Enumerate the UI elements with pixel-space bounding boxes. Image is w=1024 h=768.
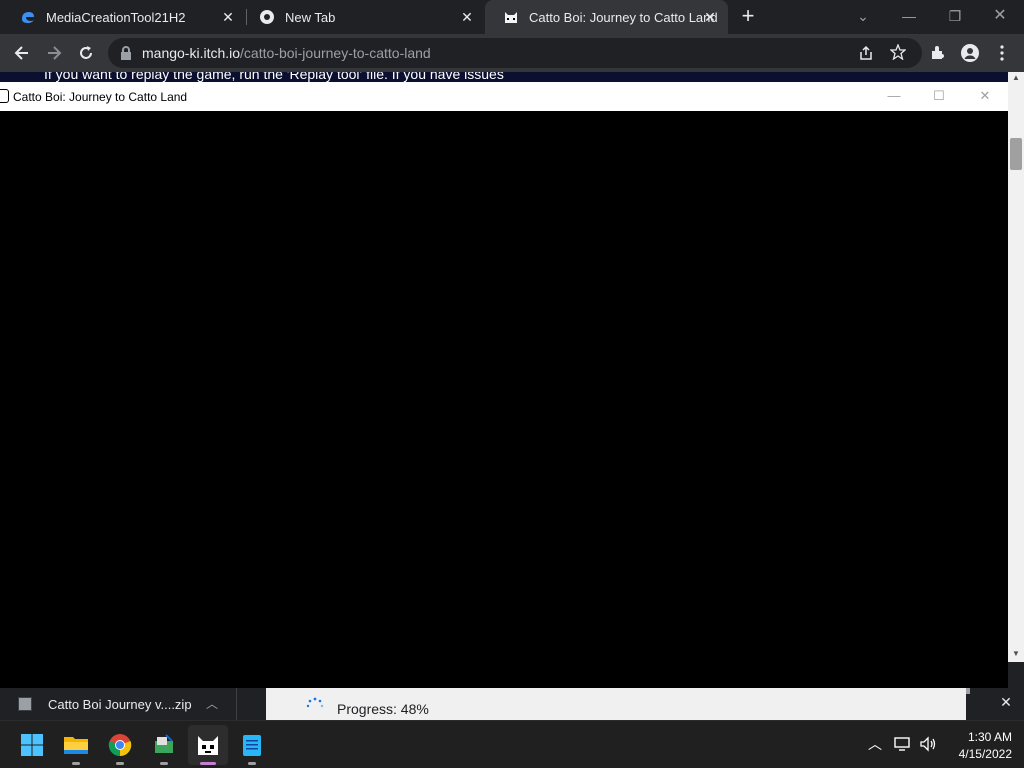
webpage-text: If you want to replay the game, run the … <box>44 72 504 82</box>
running-indicator <box>160 762 168 765</box>
installer-icon <box>155 734 173 753</box>
zip-file-icon <box>18 697 32 711</box>
bookmark-star-icon[interactable] <box>889 43 907 65</box>
webpage-content: If you want to replay the game, run the … <box>0 72 1008 82</box>
address-bar[interactable]: mango-ki.itch.io/catto-boi-journey-to-ca… <box>108 38 922 68</box>
windows-logo-icon <box>21 734 43 756</box>
catto-game-icon <box>198 736 218 755</box>
clock-date: 4/15/2022 <box>958 747 1012 761</box>
running-indicator <box>72 762 80 765</box>
url-text: mango-ki.itch.io/catto-boi-journey-to-ca… <box>142 45 431 61</box>
extraction-progress-panel: Progress: 48% <box>266 688 966 720</box>
new-tab-button[interactable]: + <box>737 5 759 28</box>
active-indicator <box>200 762 216 765</box>
back-arrow-icon <box>14 46 28 60</box>
folder-icon <box>64 737 88 754</box>
scroll-up-arrow-icon[interactable]: ▲ <box>1008 72 1024 84</box>
tab-search-icon[interactable]: ⌄ <box>851 4 875 28</box>
page-scrollbar[interactable]: ▲ ▼ <box>1008 72 1024 662</box>
share-icon[interactable] <box>858 45 874 66</box>
forward-arrow-icon <box>48 46 62 60</box>
edge-icon <box>20 9 36 25</box>
installer-taskbar-button[interactable] <box>144 725 184 765</box>
reload-button[interactable] <box>73 40 99 66</box>
file-explorer-taskbar-button[interactable] <box>56 725 96 765</box>
progress-label: Progress: 48% <box>337 701 429 717</box>
game-minimize-icon[interactable]: — <box>883 86 905 106</box>
start-button[interactable] <box>12 725 52 765</box>
download-shelf: Catto Boi Journey v....zip ︿ Progress: 4… <box>0 688 1024 720</box>
download-marker <box>966 688 970 694</box>
url-host: mango-ki.itch.io <box>142 45 241 61</box>
tab-label: MediaCreationTool21H2 <box>46 9 186 25</box>
chrome-icon <box>259 9 275 25</box>
extensions-icon[interactable] <box>925 40 951 66</box>
chevron-up-icon[interactable]: ︿ <box>206 695 218 712</box>
tab-label: New Tab <box>285 9 336 25</box>
close-window-icon[interactable]: ✕ <box>988 4 1012 28</box>
game-window-title: Catto Boi: Journey to Catto Land <box>13 90 188 104</box>
close-tab-icon[interactable]: ✕ <box>702 9 718 25</box>
tab-mediacreationtool[interactable]: MediaCreationTool21H2 ✕ <box>2 0 246 34</box>
network-icon[interactable] <box>892 733 914 755</box>
game-maximize-icon[interactable]: ☐ <box>928 86 950 106</box>
game-canvas[interactable] <box>0 111 1008 688</box>
menu-kebab-icon[interactable] <box>989 40 1015 66</box>
clock-time: 1:30 AM <box>967 730 1012 744</box>
close-tab-icon[interactable]: ✕ <box>220 9 236 25</box>
close-tab-icon[interactable]: ✕ <box>459 9 475 25</box>
notepad-icon <box>243 735 261 756</box>
download-filename: Catto Boi Journey v....zip <box>48 696 192 712</box>
game-app-icon <box>0 89 9 103</box>
chrome-icon <box>108 734 132 757</box>
scroll-down-arrow-icon[interactable]: ▼ <box>1008 648 1024 660</box>
catto-icon <box>503 9 519 25</box>
minimize-icon[interactable]: — <box>897 4 921 28</box>
game-window[interactable]: Catto Boi: Journey to Catto Land — ☐ ✕ <box>0 82 1008 688</box>
download-divider <box>236 688 237 720</box>
game-titlebar[interactable]: Catto Boi: Journey to Catto Land — ☐ ✕ <box>0 82 1008 111</box>
running-indicator <box>248 762 256 765</box>
lock-icon[interactable] <box>120 46 132 65</box>
tab-new-tab[interactable]: New Tab ✕ <box>241 0 485 34</box>
forward-button[interactable] <box>41 40 67 66</box>
loading-spinner-icon <box>306 697 324 708</box>
close-download-shelf-icon[interactable]: ✕ <box>996 692 1016 712</box>
volume-icon[interactable] <box>917 733 939 755</box>
profile-avatar-icon[interactable] <box>957 40 983 66</box>
windows-taskbar: ︿ 1:30 AM 4/15/2022 <box>0 720 1024 768</box>
running-indicator <box>116 762 124 765</box>
notepad-taskbar-button[interactable] <box>232 725 272 765</box>
back-button[interactable] <box>9 40 35 66</box>
browser-tab-strip: MediaCreationTool21H2 ✕ New Tab ✕ Catto … <box>0 0 1024 34</box>
catto-boi-taskbar-button[interactable] <box>188 725 228 765</box>
tab-catto-boi[interactable]: Catto Boi: Journey to Catto Land ✕ <box>485 0 728 34</box>
reload-icon <box>80 46 92 59</box>
chrome-taskbar-button[interactable] <box>100 725 140 765</box>
download-item[interactable]: Catto Boi Journey v....zip <box>18 688 192 720</box>
tab-label: Catto Boi: Journey to Catto Land <box>529 9 718 25</box>
browser-toolbar: mango-ki.itch.io/catto-boi-journey-to-ca… <box>0 34 1024 72</box>
scrollbar-thumb[interactable] <box>1010 138 1022 170</box>
url-path: /catto-boi-journey-to-catto-land <box>240 45 431 61</box>
show-hidden-icons-chevron-icon[interactable]: ︿ <box>864 733 886 755</box>
restore-icon[interactable]: ❐ <box>943 4 967 28</box>
system-clock[interactable]: 1:30 AM 4/15/2022 <box>946 729 1012 763</box>
game-close-icon[interactable]: ✕ <box>974 86 996 106</box>
